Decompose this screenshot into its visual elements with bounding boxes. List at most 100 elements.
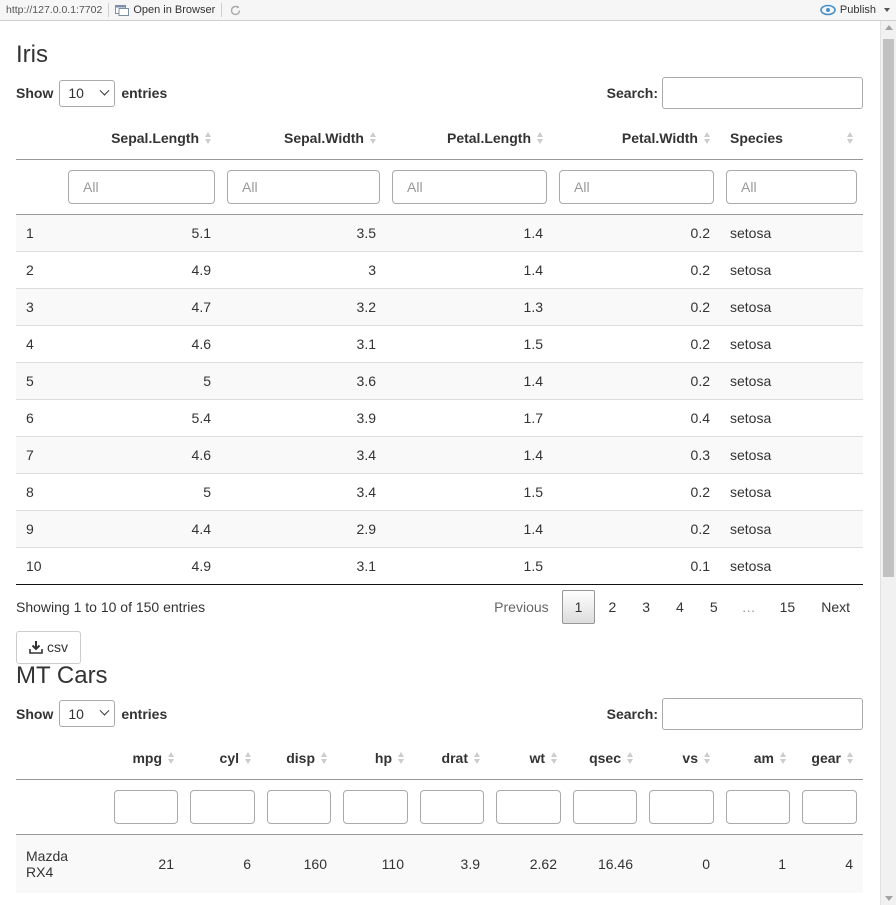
page-button-3[interactable]: 3	[629, 590, 663, 624]
sort-icon	[321, 751, 329, 765]
toolbar-divider	[108, 3, 110, 17]
previous-page-button[interactable]: Previous	[481, 590, 561, 624]
toolbar-divider	[221, 3, 223, 17]
table-cell-species: setosa	[720, 250, 863, 288]
filter-cell: All	[720, 159, 863, 215]
filter-input-drat[interactable]	[420, 790, 484, 824]
table-row[interactable]: 3 4.7 3.2 1.3 0.2 setosa	[16, 287, 863, 325]
table-cell-am: 1	[720, 834, 796, 893]
sort-icon	[245, 751, 253, 765]
vertical-scrollbar[interactable]	[880, 21, 896, 905]
next-page-button[interactable]: Next	[808, 590, 863, 624]
mtcars-entries-select[interactable]: 10	[59, 700, 116, 727]
refresh-icon[interactable]	[228, 3, 242, 17]
table-cell-species: setosa	[720, 435, 863, 473]
filter-cell: All	[62, 159, 221, 215]
entries-value: 10	[68, 85, 84, 101]
filter-cell	[796, 779, 863, 835]
column-header-disp[interactable]: disp	[261, 737, 337, 780]
scrollbar-thumb[interactable]	[883, 39, 894, 577]
table-cell-sepal-width: 3.1	[221, 324, 386, 362]
table-row[interactable]: 6 5.4 3.9 1.7 0.4 setosa	[16, 398, 863, 436]
scroll-down-arrow-icon[interactable]	[885, 896, 893, 901]
table-row[interactable]: Mazda RX4 21 6 160 110 3.9 2.62 16.46 0 1 4	[16, 834, 863, 893]
table-row[interactable]: 5 5 3.6 1.4 0.2 setosa	[16, 361, 863, 399]
filter-input-am[interactable]	[726, 790, 790, 824]
table-cell-sepal-length: 5	[62, 472, 221, 510]
filter-input-mpg[interactable]	[114, 790, 178, 824]
page-button-1[interactable]: 1	[561, 589, 596, 624]
page-button-5[interactable]: 5	[697, 590, 731, 624]
column-header-vs[interactable]: vs	[643, 737, 720, 780]
sort-icon	[474, 751, 482, 765]
column-header-sepal-width[interactable]: Sepal.Width	[221, 117, 386, 160]
column-header-gear[interactable]: gear	[796, 737, 863, 780]
filter-input-gear[interactable]	[802, 790, 857, 824]
table-cell-sepal-width: 3.1	[221, 546, 386, 585]
column-header-hp[interactable]: hp	[337, 737, 414, 780]
iris-search-input[interactable]	[662, 77, 863, 109]
filter-input-hp[interactable]	[343, 790, 408, 824]
column-header-drat[interactable]: drat	[414, 737, 490, 780]
iris-entries-select[interactable]: 10	[59, 79, 116, 107]
table-cell-petal-length: 1.4	[386, 361, 553, 399]
filter-input-sepal-length[interactable]: All	[68, 169, 215, 204]
table-row[interactable]: 10 4.9 3.1 1.5 0.1 setosa	[16, 546, 863, 585]
page-button-2[interactable]: 2	[595, 590, 629, 624]
column-header-am[interactable]: am	[720, 737, 796, 780]
sort-icon	[398, 751, 406, 765]
table-cell-species: setosa	[720, 472, 863, 510]
sort-icon	[370, 131, 378, 145]
filter-input-petal-length[interactable]: All	[392, 169, 547, 204]
column-header-mpg[interactable]: mpg	[108, 737, 184, 780]
page-button-15[interactable]: 15	[767, 590, 809, 624]
row-index-cell: 1	[16, 214, 62, 251]
table-cell-petal-length: 1.3	[386, 287, 553, 325]
column-header-qsec[interactable]: qsec	[567, 737, 643, 780]
table-cell-petal-width: 0.3	[553, 435, 720, 473]
column-header-cyl[interactable]: cyl	[184, 737, 261, 780]
viewer-toolbar: http://127.0.0.1:7702 Open in Browser Pu…	[0, 0, 896, 21]
table-row[interactable]: 2 4.9 3 1.4 0.2 setosa	[16, 250, 863, 288]
chevron-down-icon[interactable]	[884, 8, 890, 12]
filter-input-disp[interactable]	[267, 790, 331, 824]
filter-input-cyl[interactable]	[190, 790, 255, 824]
column-header-petal-length[interactable]: Petal.Length	[386, 117, 553, 160]
column-header-wt[interactable]: wt	[490, 737, 567, 780]
column-header-petal-width[interactable]: Petal.Width	[553, 117, 720, 160]
publish-button[interactable]: Publish	[820, 4, 896, 16]
mtcars-search-input[interactable]	[662, 697, 863, 730]
column-header-sepal-length[interactable]: Sepal.Length	[62, 117, 221, 160]
page-button-4[interactable]: 4	[663, 590, 697, 624]
open-in-browser-button[interactable]: Open in Browser	[115, 4, 215, 16]
filter-input-sepal-width[interactable]: All	[227, 169, 380, 204]
table-row[interactable]: 1 5.1 3.5 1.4 0.2 setosa	[16, 214, 863, 251]
iris-table-footer: Showing 1 to 10 of 150 entries Previous …	[16, 585, 863, 629]
browser-window-icon	[115, 4, 130, 16]
table-row[interactable]: 7 4.6 3.4 1.4 0.3 setosa	[16, 435, 863, 473]
filter-input-wt[interactable]	[496, 790, 561, 824]
table-cell-species: setosa	[720, 287, 863, 325]
table-row[interactable]: 4 4.6 3.1 1.5 0.2 setosa	[16, 324, 863, 362]
csv-download-button[interactable]: csv	[16, 630, 81, 664]
filter-input-species[interactable]: All	[726, 169, 857, 204]
table-cell-petal-width: 0.2	[553, 472, 720, 510]
table-cell-petal-width: 0.4	[553, 398, 720, 436]
filter-cell	[108, 779, 184, 835]
table-cell-sepal-length: 5.1	[62, 214, 221, 251]
table-row[interactable]: 9 4.4 2.9 1.4 0.2 setosa	[16, 509, 863, 547]
filter-cell	[490, 779, 567, 835]
table-row[interactable]: 8 5 3.4 1.5 0.2 setosa	[16, 472, 863, 510]
search-label: Search:	[606, 705, 658, 722]
show-label: Show	[16, 705, 54, 722]
scroll-up-arrow-icon[interactable]	[885, 25, 893, 30]
iris-length-control: Show 10 entries	[16, 79, 167, 107]
table-cell-sepal-length: 4.9	[62, 250, 221, 288]
table-cell-petal-length: 1.4	[386, 435, 553, 473]
filter-input-petal-width[interactable]: All	[559, 169, 714, 204]
filter-input-vs[interactable]	[649, 790, 714, 824]
filter-input-qsec[interactable]	[573, 790, 637, 824]
table-cell-petal-width: 0.2	[553, 361, 720, 399]
table-cell-petal-width: 0.2	[553, 509, 720, 547]
column-header-species[interactable]: Species	[720, 117, 863, 160]
